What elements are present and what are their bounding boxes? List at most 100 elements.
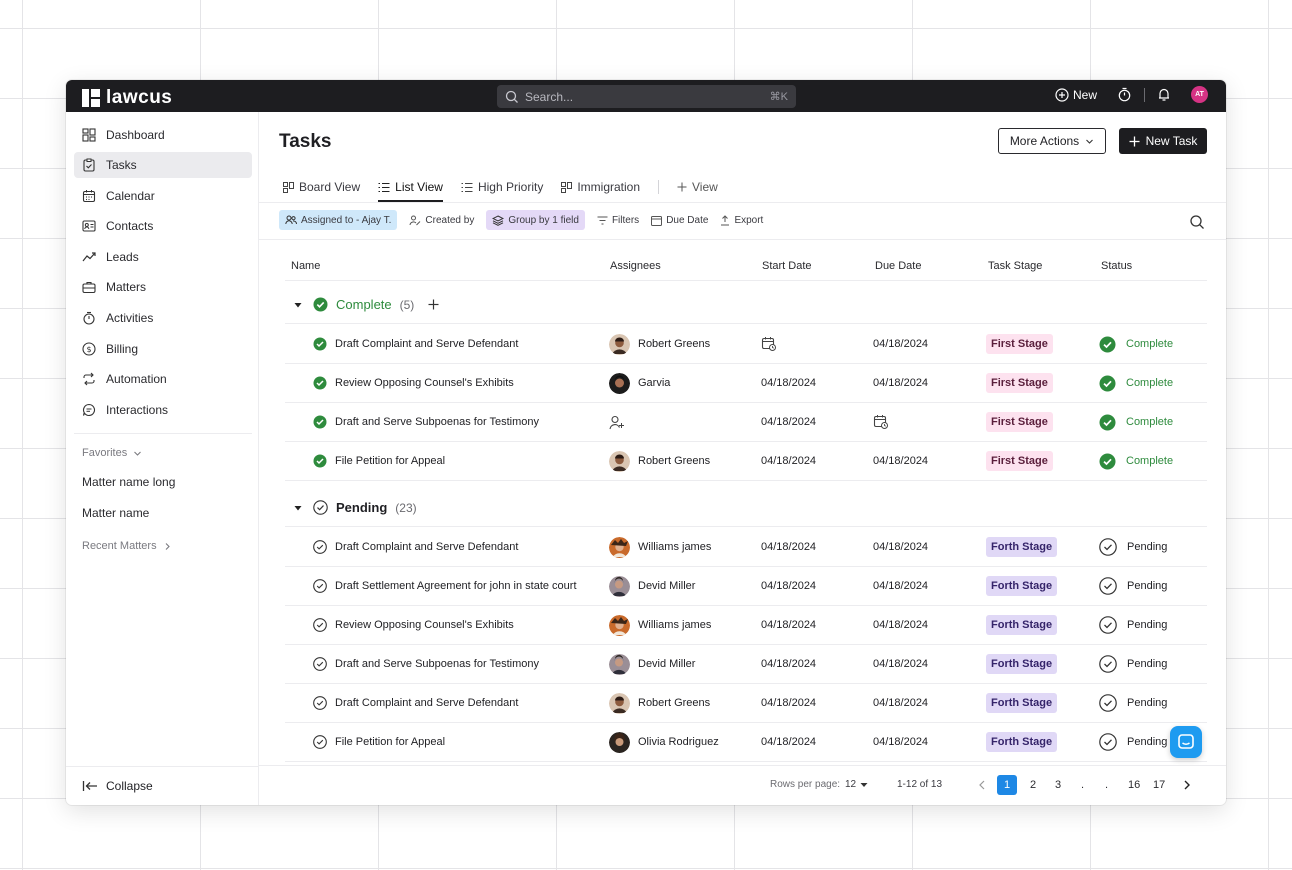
task-stage-cell[interactable]: Forth Stage <box>986 684 1058 722</box>
more-actions-button[interactable]: More Actions <box>998 128 1106 154</box>
task-name[interactable]: Review Opposing Counsel's Exhibits <box>335 377 514 389</box>
lawcus-logo[interactable]: lawcus <box>82 87 172 109</box>
start-date-cell[interactable]: 04/18/2024 <box>761 645 816 683</box>
table-row[interactable]: Review Opposing Counsel's Exhibits Garvi… <box>285 364 1207 403</box>
tab-list-view[interactable]: List View <box>378 172 443 202</box>
table-row[interactable]: Draft Complaint and Serve Defendant Robe… <box>285 684 1207 723</box>
status-cell[interactable]: Pending <box>1099 684 1167 722</box>
sidebar-item-contacts[interactable]: Contacts <box>74 213 252 239</box>
due-date-cell[interactable] <box>873 403 889 441</box>
check-circle-filled-icon[interactable] <box>313 454 327 468</box>
rows-per-page-select[interactable]: 12 <box>845 779 868 790</box>
global-search-input[interactable]: Search... ⌘K <box>497 85 796 108</box>
task-stage-cell[interactable]: Forth Stage <box>986 645 1058 683</box>
start-date-cell[interactable]: 04/18/2024 <box>761 364 816 402</box>
task-stage-cell[interactable]: First Stage <box>986 364 1053 402</box>
status-cell[interactable]: Complete <box>1099 442 1173 480</box>
table-row[interactable]: Review Opposing Counsel's Exhibits Willi… <box>285 606 1207 645</box>
page-button[interactable]: 3 <box>1055 779 1061 791</box>
start-date-cell[interactable]: 04/18/2024 <box>761 567 816 605</box>
task-stage-cell[interactable]: First Stage <box>986 442 1053 480</box>
export-button[interactable]: Export <box>720 215 763 226</box>
status-cell[interactable]: Pending <box>1099 606 1167 644</box>
assignee-cell[interactable]: Robert Greens <box>609 325 710 363</box>
column-header-task-stage[interactable]: Task Stage <box>988 260 1042 272</box>
due-date-cell[interactable]: 04/18/2024 <box>873 528 928 566</box>
sidebar-item-calendar[interactable]: Calendar <box>74 183 252 209</box>
check-circle-filled-icon[interactable] <box>313 376 327 390</box>
task-name[interactable]: File Petition for Appeal <box>335 736 445 748</box>
add-view-button[interactable]: View <box>677 172 718 202</box>
column-header-status[interactable]: Status <box>1101 260 1132 272</box>
task-name[interactable]: Draft and Serve Subpoenas for Testimony <box>335 658 539 670</box>
search-icon[interactable] <box>1189 214 1205 230</box>
check-circle-filled-icon[interactable] <box>313 337 327 351</box>
user-avatar[interactable]: AT <box>1191 86 1208 103</box>
status-cell[interactable]: Pending <box>1099 645 1167 683</box>
tab-board-view[interactable]: Board View <box>283 172 360 202</box>
assignee-cell[interactable]: Olivia Rodriguez <box>609 723 719 761</box>
assignee-cell[interactable] <box>609 403 625 441</box>
plus-icon[interactable] <box>428 299 439 310</box>
tab-high-priority[interactable]: High Priority <box>461 172 543 202</box>
assignee-cell[interactable]: Devid Miller <box>609 567 695 605</box>
column-header-name[interactable]: Name <box>291 260 320 272</box>
check-circle-outline-icon[interactable] <box>313 540 327 554</box>
group-header-complete[interactable]: Complete (5) <box>285 286 1207 324</box>
task-name[interactable]: Draft Complaint and Serve Defendant <box>335 697 518 709</box>
favorites-toggle[interactable]: Favorites <box>82 447 142 459</box>
task-name[interactable]: Draft Complaint and Serve Defendant <box>335 338 518 350</box>
task-name[interactable]: Review Opposing Counsel's Exhibits <box>335 619 514 631</box>
task-name[interactable]: Draft and Serve Subpoenas for Testimony <box>335 416 539 428</box>
table-row[interactable]: File Petition for Appeal Robert Greens 0… <box>285 442 1207 481</box>
new-button[interactable]: New <box>1055 88 1097 102</box>
table-row[interactable]: Draft Complaint and Serve Defendant Will… <box>285 528 1207 567</box>
check-circle-filled-icon[interactable] <box>313 415 327 429</box>
assignee-cell[interactable]: Devid Miller <box>609 645 695 683</box>
page-button[interactable]: 2 <box>1030 779 1036 791</box>
sidebar-item-leads[interactable]: Leads <box>74 244 252 270</box>
sidebar-item-dashboard[interactable]: Dashboard <box>74 122 252 148</box>
page-button[interactable]: 17 <box>1153 779 1165 791</box>
assignee-cell[interactable]: Williams james <box>609 528 711 566</box>
table-row[interactable]: Draft Settlement Agreement for john in s… <box>285 567 1207 606</box>
collapse-button[interactable]: Collapse <box>82 779 153 793</box>
status-cell[interactable]: Complete <box>1099 403 1173 441</box>
assignee-cell[interactable]: Williams james <box>609 606 711 644</box>
check-circle-outline-icon[interactable] <box>313 618 327 632</box>
check-circle-outline-icon[interactable] <box>313 735 327 749</box>
due-date-cell[interactable]: 04/18/2024 <box>873 364 928 402</box>
chevron-left-icon[interactable] <box>978 780 986 790</box>
sidebar-item-tasks[interactable]: Tasks <box>74 152 252 178</box>
filters-button[interactable]: Filters <box>597 215 639 226</box>
timer-icon[interactable] <box>1117 87 1132 102</box>
assigned-filter-chip[interactable]: Assigned to - Ajay T. <box>279 210 398 230</box>
table-row[interactable]: Draft Complaint and Serve Defendant Robe… <box>285 325 1207 364</box>
start-date-cell[interactable]: 04/18/2024 <box>761 403 816 441</box>
status-cell[interactable]: Pending <box>1099 528 1167 566</box>
sidebar-item-automation[interactable]: Automation <box>74 366 252 392</box>
due-date-cell[interactable]: 04/18/2024 <box>873 567 928 605</box>
status-cell[interactable]: Complete <box>1099 325 1173 363</box>
task-name[interactable]: File Petition for Appeal <box>335 455 445 467</box>
status-cell[interactable]: Complete <box>1099 364 1173 402</box>
sidebar-item-billing[interactable]: $ Billing <box>74 336 252 362</box>
status-cell[interactable]: Pending <box>1099 567 1167 605</box>
sidebar-item-interactions[interactable]: Interactions <box>74 397 252 423</box>
favorite-matter-link[interactable]: Matter name long <box>82 475 175 489</box>
due-date-cell[interactable]: 04/18/2024 <box>873 645 928 683</box>
status-cell[interactable]: Pending <box>1099 723 1167 761</box>
check-circle-outline-icon[interactable] <box>313 579 327 593</box>
assignee-cell[interactable]: Robert Greens <box>609 684 710 722</box>
column-header-assignees[interactable]: Assignees <box>610 260 661 272</box>
task-stage-cell[interactable]: First Stage <box>986 403 1053 441</box>
start-date-cell[interactable] <box>761 325 777 363</box>
page-button-active[interactable]: 1 <box>997 775 1017 795</box>
assignee-cell[interactable]: Robert Greens <box>609 442 710 480</box>
due-date-cell[interactable]: 04/18/2024 <box>873 442 928 480</box>
due-date-cell[interactable]: 04/18/2024 <box>873 606 928 644</box>
task-name[interactable]: Draft Settlement Agreement for john in s… <box>335 580 577 592</box>
sidebar-item-matters[interactable]: Matters <box>74 274 252 300</box>
group-header-pending[interactable]: Pending (23) <box>285 489 1207 527</box>
table-row[interactable]: Draft and Serve Subpoenas for Testimony … <box>285 645 1207 684</box>
